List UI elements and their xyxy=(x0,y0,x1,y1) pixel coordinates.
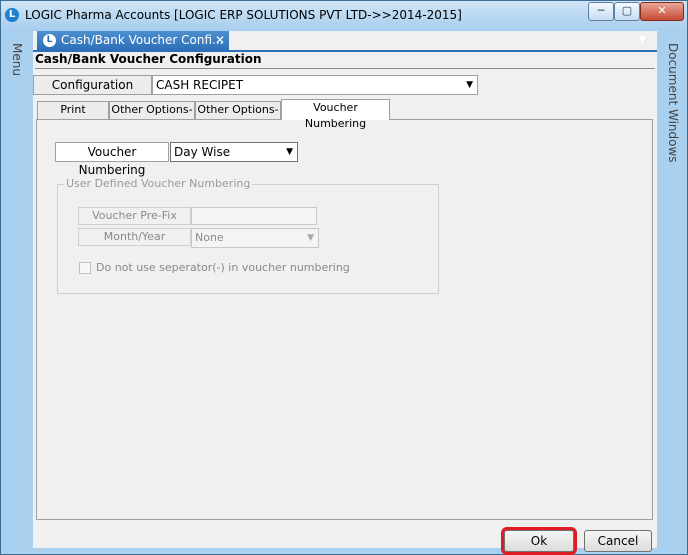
close-icon[interactable]: ✕ xyxy=(215,31,225,50)
separator-checkbox-label: Do not use seperator(-) in voucher numbe… xyxy=(96,261,350,274)
document-area: L Cash/Bank Voucher Confi... ✕ ▼ Cash/Ba… xyxy=(33,31,657,555)
document-tab-label: Cash/Bank Voucher Confi... xyxy=(61,33,224,47)
month-year-label: Month/Year xyxy=(78,228,191,246)
month-year-value: None xyxy=(195,231,224,244)
logic-app-icon: L xyxy=(5,8,19,22)
dropdown-arrow-icon[interactable]: ▼ xyxy=(307,229,314,247)
voucher-prefix-input[interactable] xyxy=(191,207,317,225)
configuration-label: Configuration xyxy=(33,75,152,95)
voucher-numbering-label: Voucher Numbering xyxy=(55,142,169,177)
title-bar[interactable]: L LOGIC Pharma Accounts [LOGIC ERP SOLUT… xyxy=(1,1,687,31)
voucher-numbering-value: Day Wise xyxy=(174,145,231,159)
ok-button[interactable]: Ok xyxy=(501,527,577,555)
voucher-numbering-panel: Voucher Numbering Day Wise ▼ User Define… xyxy=(36,119,653,520)
menu-side-panel[interactable]: Menu xyxy=(1,31,33,548)
document-windows-side-panel[interactable]: Document Windows xyxy=(657,31,687,548)
minimize-button[interactable]: ─ xyxy=(588,2,614,21)
tab-other-options-1[interactable]: Other Options-1 xyxy=(109,101,195,132)
tab-voucher-numbering[interactable]: Voucher Numbering xyxy=(281,99,390,130)
voucher-numbering-select[interactable]: Day Wise ▼ xyxy=(170,142,298,162)
menu-side-label[interactable]: Menu xyxy=(10,43,24,76)
close-button[interactable]: ✕ xyxy=(640,2,684,21)
app-window: L LOGIC Pharma Accounts [LOGIC ERP SOLUT… xyxy=(0,0,688,555)
title-divider xyxy=(35,68,655,69)
configuration-select[interactable]: CASH RECIPET ▼ xyxy=(152,75,478,95)
dropdown-arrow-icon[interactable]: ▼ xyxy=(286,143,293,161)
tab-print-options[interactable]: Print Options xyxy=(37,101,109,132)
logic-tab-icon: L xyxy=(43,34,56,47)
tab-other-options-2[interactable]: Other Options-2 xyxy=(195,101,281,132)
maximize-button[interactable]: ▢ xyxy=(614,2,640,21)
document-windows-side-label[interactable]: Document Windows xyxy=(666,43,680,163)
dropdown-arrow-icon[interactable]: ▼ xyxy=(466,76,473,94)
window-title: LOGIC Pharma Accounts [LOGIC ERP SOLUTIO… xyxy=(25,8,462,22)
user-defined-numbering-group: User Defined Voucher Numbering Voucher P… xyxy=(57,177,439,294)
cancel-button[interactable]: Cancel xyxy=(584,530,652,552)
configuration-value: CASH RECIPET xyxy=(156,78,244,92)
chevron-down-icon[interactable]: ▼ xyxy=(639,35,646,45)
month-year-select[interactable]: None ▼ xyxy=(191,228,319,248)
voucher-prefix-label: Voucher Pre-Fix xyxy=(78,207,191,225)
separator-checkbox[interactable] xyxy=(79,262,91,274)
form-title: Cash/Bank Voucher Configuration xyxy=(35,52,262,66)
document-tab[interactable]: L Cash/Bank Voucher Confi... ✕ xyxy=(37,31,229,50)
group-title: User Defined Voucher Numbering xyxy=(64,177,253,190)
